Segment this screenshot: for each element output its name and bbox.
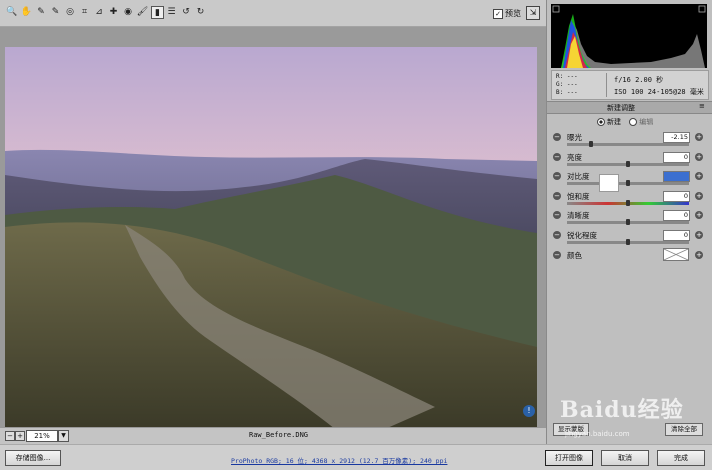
red-eye-icon[interactable]: ◉ bbox=[122, 6, 134, 18]
slider-minus-icon[interactable]: − bbox=[553, 191, 561, 200]
slider-track[interactable] bbox=[567, 143, 689, 146]
rotate-right-icon[interactable]: ↻ bbox=[195, 6, 207, 18]
hand-icon[interactable]: ✋ bbox=[21, 6, 33, 18]
slider-minus-icon[interactable]: − bbox=[553, 133, 561, 141]
aperture-shutter: f/16 2.00 秒 bbox=[614, 76, 664, 84]
image-canvas[interactable]: ! bbox=[0, 27, 546, 429]
slider-minus-icon[interactable]: − bbox=[553, 230, 561, 239]
cancel-button[interactable]: 取消 bbox=[601, 450, 649, 466]
zoom-dropdown-icon[interactable]: ▼ bbox=[58, 430, 69, 442]
slider-thumb[interactable] bbox=[626, 219, 630, 225]
mode-new-radio[interactable] bbox=[597, 118, 605, 126]
slider-label: 清晰度 bbox=[567, 211, 590, 220]
slider-label: 亮度 bbox=[567, 152, 582, 162]
slider-row: − 亮度 0 + bbox=[547, 151, 712, 172]
white-balance-icon[interactable]: ✎ bbox=[35, 6, 47, 18]
slider-value-field[interactable]: 0 bbox=[663, 210, 690, 221]
mode-edit-label: 编辑 bbox=[639, 118, 654, 126]
footer-bar: 存储图像... ProPhoto RGB; 16 位; 4368 x 2912 … bbox=[0, 444, 712, 470]
slider-thumb[interactable] bbox=[589, 141, 594, 147]
preferences-icon[interactable]: ☰ bbox=[166, 6, 178, 18]
slider-plus-icon[interactable]: + bbox=[695, 152, 703, 161]
camera-info: R: --- G: --- B: --- f/16 2.00 秒 ISO 100… bbox=[551, 70, 709, 100]
slider-value-field[interactable] bbox=[663, 171, 690, 182]
slider-label: 锐化程度 bbox=[567, 230, 597, 240]
spot-removal-icon[interactable]: ✚ bbox=[108, 6, 120, 18]
zoom-in-button[interactable]: + bbox=[15, 431, 25, 441]
fullscreen-icon[interactable]: ⇲ bbox=[526, 6, 540, 20]
color-plus-icon[interactable]: + bbox=[695, 251, 703, 259]
slider-row: − 锐化程度 0 + bbox=[547, 229, 712, 250]
file-name: Raw_Before.DNG bbox=[249, 431, 309, 439]
graduated-filter-icon[interactable]: ▮ bbox=[151, 6, 164, 19]
iso-lens: ISO 100 24-105@28 毫米 bbox=[614, 88, 704, 96]
panel-title: 新建调整 bbox=[607, 104, 635, 112]
slider-value-field[interactable]: -2.15 bbox=[663, 132, 690, 143]
slider-label: 饱和度 bbox=[567, 191, 590, 201]
watermark-url: jingyan.baidu.com bbox=[565, 430, 630, 438]
slider-label: 对比度 bbox=[567, 172, 590, 181]
photo-preview bbox=[5, 47, 537, 429]
zoom-level-field[interactable]: 21% bbox=[26, 430, 58, 442]
slider-plus-icon[interactable]: + bbox=[695, 172, 703, 180]
slider-row: − 曝光 -2.15 + bbox=[547, 132, 712, 152]
adjustment-panel: R: --- G: --- B: --- f/16 2.00 秒 ISO 100… bbox=[546, 0, 712, 444]
color-label: 颜色 bbox=[567, 251, 582, 260]
color-minus-icon[interactable]: − bbox=[553, 251, 561, 259]
rotate-left-icon[interactable]: ↺ bbox=[180, 6, 192, 18]
slider-plus-icon[interactable]: + bbox=[695, 133, 703, 141]
panel-menu-icon[interactable]: ≡ bbox=[699, 102, 705, 110]
slider-minus-icon[interactable]: − bbox=[553, 172, 561, 180]
slider-row: − 饱和度 0 + bbox=[547, 190, 712, 211]
straighten-icon[interactable]: ⊿ bbox=[93, 6, 105, 18]
contrast-indicator bbox=[599, 174, 619, 192]
readout-b: B: --- bbox=[556, 89, 578, 96]
zoom-icon[interactable]: 🔍 bbox=[6, 6, 18, 18]
slider-thumb[interactable] bbox=[626, 238, 630, 245]
slider-value-field[interactable]: 0 bbox=[663, 190, 690, 202]
color-sampler-icon[interactable]: ✎ bbox=[50, 6, 62, 18]
slider-minus-icon[interactable]: − bbox=[553, 211, 561, 219]
crop-icon[interactable]: ⌗ bbox=[79, 6, 91, 18]
slider-thumb[interactable] bbox=[626, 160, 630, 167]
done-button[interactable]: 完成 bbox=[657, 450, 705, 466]
slider-row: − 对比度 + bbox=[547, 171, 712, 191]
slider-minus-icon[interactable]: − bbox=[553, 152, 561, 161]
slider-plus-icon[interactable]: + bbox=[695, 230, 703, 239]
slider-label: 曝光 bbox=[567, 133, 582, 142]
panel-header: 新建调整 ≡ bbox=[547, 101, 712, 114]
slider-plus-icon[interactable]: + bbox=[695, 191, 703, 200]
slider-value-field[interactable]: 0 bbox=[663, 229, 690, 241]
preview-label: 预览 bbox=[505, 9, 521, 18]
mode-edit-radio[interactable] bbox=[629, 118, 638, 126]
slider-plus-icon[interactable]: + bbox=[695, 211, 703, 219]
preview-checkbox[interactable]: ✓ bbox=[493, 9, 503, 19]
mode-selector: 新建 编辑 bbox=[597, 117, 653, 127]
slider-thumb[interactable] bbox=[626, 180, 630, 186]
save-image-button[interactable]: 存储图像... bbox=[5, 450, 61, 466]
color-swatch[interactable] bbox=[663, 248, 689, 261]
slider-row: − 清晰度 0 + bbox=[547, 210, 712, 230]
adjustment-brush-icon[interactable]: 🖌 bbox=[137, 6, 149, 18]
open-image-button[interactable]: 打开图像 bbox=[545, 450, 593, 466]
zoom-bar: − + 21% ▼ Raw_Before.DNG bbox=[0, 427, 546, 444]
toolbar: 🔍 ✋ ✎ ✎ ◎ ⌗ ⊿ ✚ ◉ 🖌 ▮ ☰ ↺ ↻ ✓ 预览 ⇲ bbox=[0, 0, 546, 27]
workflow-options-link[interactable]: ProPhoto RGB; 16 位; 4368 x 2912 (12.7 百万… bbox=[231, 455, 447, 465]
info-icon[interactable]: ! bbox=[523, 405, 535, 417]
histogram bbox=[551, 4, 707, 68]
mode-new-label: 新建 bbox=[607, 118, 621, 126]
zoom-out-button[interactable]: − bbox=[5, 431, 15, 441]
readout-r: R: --- bbox=[556, 73, 578, 80]
target-adjust-icon[interactable]: ◎ bbox=[64, 6, 76, 18]
slider-thumb[interactable] bbox=[626, 199, 630, 206]
readout-g: G: --- bbox=[556, 81, 578, 88]
slider-value-field[interactable]: 0 bbox=[663, 151, 690, 163]
